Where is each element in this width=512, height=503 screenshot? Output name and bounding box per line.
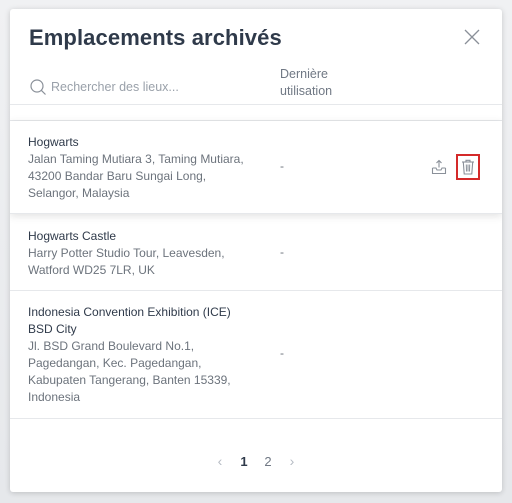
location-address-line: 43200 Bandar Baru Sungai Long, — [28, 169, 207, 183]
search-icon — [30, 79, 46, 95]
location-address-line: Selangor, Malaysia — [28, 186, 130, 200]
location-name-line2: BSD City — [28, 322, 77, 336]
page-background: Emplacements archivés Dernière utilisati… — [0, 0, 512, 503]
column-header-line1: Dernière — [280, 67, 328, 81]
location-info: Hogwarts Castle Harry Potter Studio Tour… — [28, 228, 268, 279]
location-address-line: Pagedangan, Kec. Pagedangan, — [28, 356, 202, 370]
location-info: Indonesia Convention Exhibition (ICE) BS… — [28, 304, 268, 406]
trash-icon — [462, 159, 474, 175]
last-used-value: - — [280, 346, 284, 360]
list-item[interactable]: Hogwarts Castle Harry Potter Studio Tour… — [10, 214, 502, 291]
page-1-button[interactable]: 1 — [232, 454, 256, 469]
archived-locations-modal: Emplacements archivés Dernière utilisati… — [10, 9, 502, 492]
row-actions — [428, 154, 480, 180]
location-address-line: Harry Potter Studio Tour, Leavesden, — [28, 246, 225, 260]
location-name: Hogwarts — [28, 135, 79, 149]
pagination: ‹ 1 2 › — [10, 453, 502, 469]
locations-list[interactable]: Hogwarts Jalan Taming Mutiara 3, Taming … — [10, 104, 502, 435]
location-address-line: Indonesia — [28, 390, 81, 404]
list-item-partial — [10, 105, 502, 121]
location-address-line: Kabupaten Tangerang, Banten 15339, — [28, 373, 231, 387]
location-address-line: Jalan Taming Mutiara 3, Taming Mutiara, — [28, 152, 244, 166]
search-box[interactable] — [29, 75, 269, 99]
location-name: Hogwarts Castle — [28, 229, 117, 243]
column-header-last-used: Dernière utilisation — [280, 66, 360, 100]
next-page-button[interactable]: › — [280, 453, 304, 469]
location-address-line: Jl. BSD Grand Boulevard No.1, — [28, 339, 195, 353]
search-input[interactable] — [51, 80, 251, 94]
unarchive-button[interactable] — [428, 156, 450, 178]
location-info: Hogwarts Jalan Taming Mutiara 3, Taming … — [28, 134, 268, 202]
modal-title: Emplacements archivés — [29, 25, 282, 50]
unarchive-icon — [431, 159, 447, 175]
page-2-button[interactable]: 2 — [256, 454, 280, 469]
list-item[interactable]: Hogwarts Jalan Taming Mutiara 3, Taming … — [10, 121, 502, 214]
delete-button[interactable] — [456, 154, 480, 180]
last-used-value: - — [280, 245, 284, 259]
prev-page-button[interactable]: ‹ — [208, 453, 232, 469]
close-button[interactable] — [462, 27, 482, 47]
location-address-line: Watford WD25 7LR, UK — [28, 263, 155, 277]
close-icon — [464, 29, 480, 45]
last-used-value: - — [280, 159, 284, 173]
location-name: Indonesia Convention Exhibition (ICE) — [28, 305, 231, 319]
list-item[interactable]: Indonesia Convention Exhibition (ICE) BS… — [10, 291, 502, 419]
column-header-line2: utilisation — [280, 84, 333, 98]
